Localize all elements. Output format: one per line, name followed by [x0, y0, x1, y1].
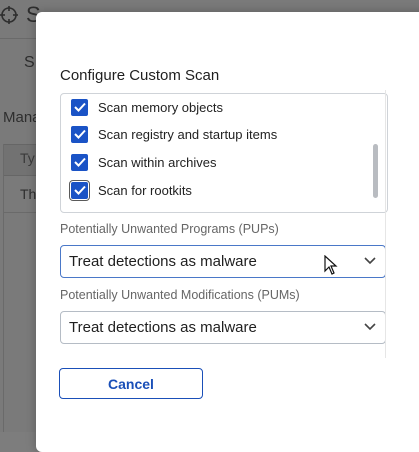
right-panel-divider — [385, 90, 386, 358]
pups-label: Potentially Unwanted Programs (PUPs) — [60, 222, 279, 236]
checkbox-scan-memory-objects[interactable] — [71, 98, 88, 116]
background-section-label: Mana — [3, 109, 41, 126]
pups-select-value: Treat detections as malware — [69, 253, 257, 270]
option-label: Scan for rootkits — [98, 182, 192, 198]
pums-select-value: Treat detections as malware — [69, 319, 257, 336]
crosshair-logo-icon — [0, 6, 18, 24]
configure-custom-scan-dialog: Configure Custom Scan Scan memory object… — [36, 12, 419, 452]
option-label: Scan within archives — [98, 154, 217, 170]
header-divider — [0, 38, 40, 39]
option-label: Scan registry and startup items — [98, 126, 278, 142]
pums-label: Potentially Unwanted Modifications (PUMs… — [60, 288, 300, 302]
checkmark-icon — [73, 185, 86, 195]
background-table-column: Ty — [20, 150, 35, 166]
chevron-down-icon — [364, 257, 376, 265]
option-scan-for-rootkits[interactable]: Scan for rootkits — [69, 179, 192, 201]
options-scrollbar[interactable] — [373, 144, 378, 198]
chevron-down-icon — [364, 323, 376, 331]
dialog-title: Configure Custom Scan — [60, 67, 220, 84]
mouse-pointer-icon — [324, 255, 338, 275]
checkmark-icon — [73, 157, 86, 167]
cancel-button[interactable]: Cancel — [59, 368, 203, 399]
background-table-row: Th — [20, 186, 37, 202]
checkbox-scan-for-rootkits[interactable] — [69, 179, 90, 201]
option-scan-within-archives[interactable]: Scan within archives — [71, 151, 217, 173]
scan-options-list[interactable]: Scan memory objects Scan registry and st… — [60, 93, 388, 213]
option-scan-registry[interactable]: Scan registry and startup items — [71, 123, 277, 145]
checkbox-scan-within-archives[interactable] — [71, 153, 88, 171]
pums-select[interactable]: Treat detections as malware — [60, 311, 386, 344]
background-tab: S — [24, 54, 35, 71]
table-border — [3, 144, 4, 432]
option-label: Scan memory objects — [98, 99, 223, 115]
checkbox-scan-registry[interactable] — [71, 125, 88, 143]
checkmark-icon — [73, 102, 86, 112]
option-scan-memory-objects[interactable]: Scan memory objects — [71, 96, 223, 118]
checkmark-icon — [73, 129, 86, 139]
